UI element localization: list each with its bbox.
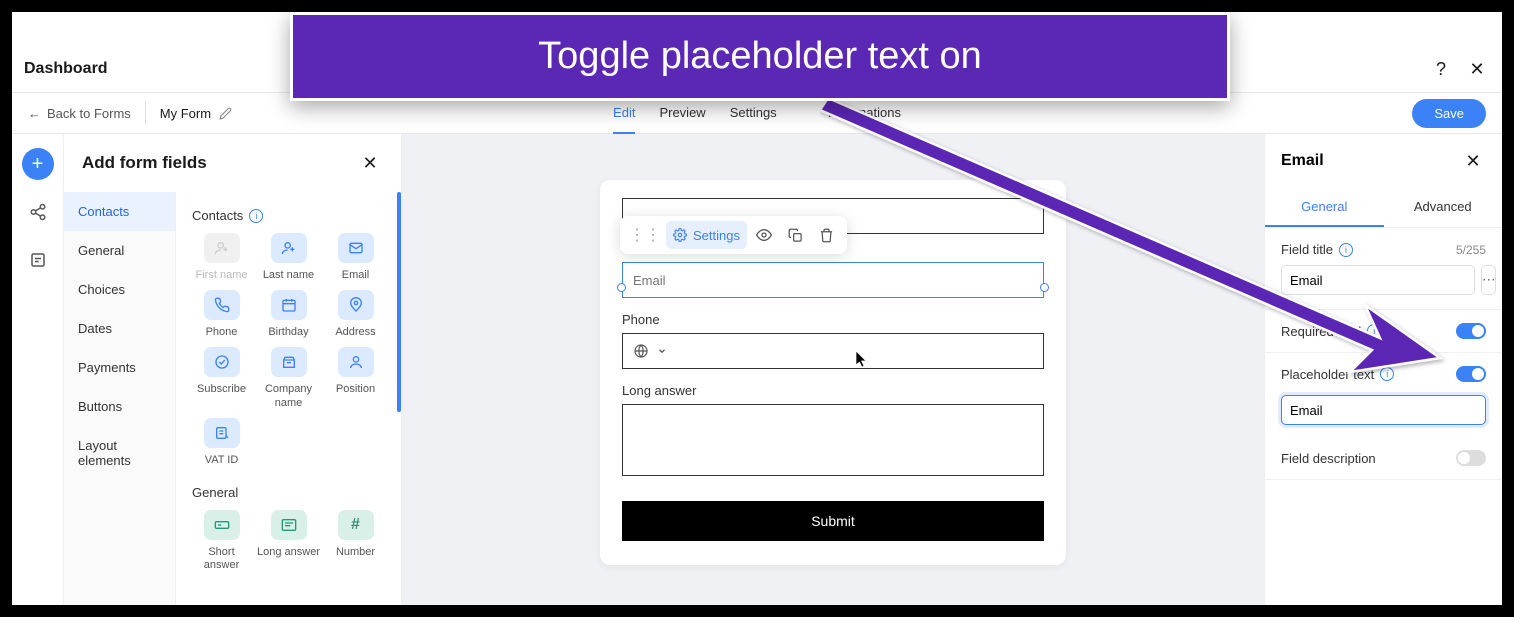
- info-icon[interactable]: i: [249, 209, 263, 223]
- field-birthday[interactable]: Birthday: [257, 290, 320, 339]
- char-count: 5/255: [1456, 243, 1486, 257]
- form-field-long-answer[interactable]: Long answer: [622, 383, 1044, 481]
- rtab-general[interactable]: General: [1265, 188, 1384, 227]
- form-card: ⋮⋮ Settings Phone: [600, 180, 1066, 565]
- placeholder-toggle[interactable]: [1456, 366, 1486, 382]
- pencil-icon[interactable]: [219, 107, 232, 120]
- category-layout[interactable]: Layout elements: [64, 426, 175, 480]
- description-label: Field description: [1281, 451, 1376, 466]
- field-short-answer[interactable]: Short answer: [190, 510, 253, 572]
- placeholder-text-row: Placeholder text i: [1265, 353, 1502, 395]
- required-field-row: Required field i: [1265, 310, 1502, 353]
- info-icon[interactable]: i: [1380, 367, 1394, 381]
- field-settings-button[interactable]: Settings: [666, 221, 747, 249]
- phone-label: Phone: [622, 312, 1044, 327]
- field-email[interactable]: Email: [324, 233, 387, 282]
- rtab-advanced[interactable]: Advanced: [1384, 188, 1503, 227]
- more-options-icon[interactable]: ⋯: [1481, 265, 1496, 295]
- category-choices[interactable]: Choices: [64, 270, 175, 309]
- placeholder-text-input[interactable]: [1281, 395, 1486, 425]
- category-dates[interactable]: Dates: [64, 309, 175, 348]
- category-contacts[interactable]: Contacts: [64, 192, 175, 231]
- field-vat[interactable]: VAT ID: [190, 418, 253, 467]
- field-address[interactable]: Address: [324, 290, 387, 339]
- info-icon[interactable]: i: [1367, 324, 1381, 338]
- section-contacts-title: Contacts i: [192, 208, 387, 223]
- required-label: Required field: [1281, 324, 1361, 339]
- long-answer-input[interactable]: [622, 404, 1044, 476]
- help-icon[interactable]: ?: [1428, 56, 1454, 82]
- mouse-cursor: [855, 350, 869, 368]
- close-icon[interactable]: ✕: [1464, 56, 1490, 82]
- section-general-title: General: [192, 485, 387, 500]
- field-company[interactable]: Company name: [257, 347, 320, 409]
- scrollbar-thumb[interactable]: [397, 192, 401, 412]
- email-input[interactable]: [622, 262, 1044, 298]
- form-canvas[interactable]: ⋮⋮ Settings Phone: [402, 134, 1264, 605]
- visibility-icon[interactable]: [749, 221, 779, 249]
- form-field-phone[interactable]: Phone: [622, 312, 1044, 369]
- field-first-name: First name: [190, 233, 253, 282]
- phone-input[interactable]: [622, 333, 1044, 369]
- description-toggle[interactable]: [1456, 450, 1486, 466]
- form-name-label: My Form: [160, 106, 211, 121]
- divider: [145, 102, 146, 124]
- form-builder-icon[interactable]: [22, 244, 54, 276]
- panel-title: Add form fields: [82, 153, 207, 173]
- share-icon[interactable]: [22, 196, 54, 228]
- submit-button[interactable]: Submit: [622, 501, 1044, 541]
- category-general[interactable]: General: [64, 231, 175, 270]
- field-last-name[interactable]: Last name: [257, 233, 320, 282]
- dashboard-title: Dashboard: [24, 60, 108, 78]
- gear-icon: [673, 228, 687, 242]
- long-answer-label: Long answer: [622, 383, 1044, 398]
- field-toolbar: ⋮⋮ Settings: [620, 216, 847, 254]
- drag-handle-icon[interactable]: ⋮⋮: [626, 225, 664, 245]
- delete-icon[interactable]: [812, 221, 841, 249]
- add-button[interactable]: +: [22, 148, 54, 180]
- close-rightpanel-icon[interactable]: ✕: [1460, 148, 1486, 174]
- save-button[interactable]: Save: [1412, 99, 1486, 128]
- info-icon[interactable]: i: [1339, 243, 1353, 257]
- arrow-left-icon: ←: [28, 106, 41, 121]
- field-long-answer[interactable]: Long answer: [257, 510, 320, 572]
- duplicate-icon[interactable]: [781, 221, 810, 249]
- rightpanel-title: Email: [1281, 152, 1324, 170]
- form-name[interactable]: My Form: [160, 106, 232, 121]
- category-payments[interactable]: Payments: [64, 348, 175, 387]
- field-number[interactable]: #Number: [324, 510, 387, 572]
- annotation-banner: Toggle placeholder text on: [290, 12, 1230, 101]
- field-title-input[interactable]: [1281, 265, 1475, 295]
- field-title-label: Field title: [1281, 242, 1333, 257]
- field-position[interactable]: Position: [324, 347, 387, 409]
- close-panel-icon[interactable]: ✕: [357, 150, 383, 176]
- back-label: Back to Forms: [47, 106, 131, 121]
- field-phone[interactable]: Phone: [190, 290, 253, 339]
- globe-icon: [633, 343, 649, 359]
- placeholder-label: Placeholder text: [1281, 367, 1374, 382]
- chevron-down-icon[interactable]: [657, 346, 667, 356]
- settings-label: Settings: [693, 228, 740, 243]
- category-buttons[interactable]: Buttons: [64, 387, 175, 426]
- field-description-row: Field description: [1265, 437, 1502, 480]
- back-to-forms-link[interactable]: ← Back to Forms: [28, 106, 131, 121]
- form-field-email[interactable]: ⋮⋮ Settings: [622, 262, 1044, 298]
- field-subscribe[interactable]: Subscribe: [190, 347, 253, 409]
- required-toggle[interactable]: [1456, 323, 1486, 339]
